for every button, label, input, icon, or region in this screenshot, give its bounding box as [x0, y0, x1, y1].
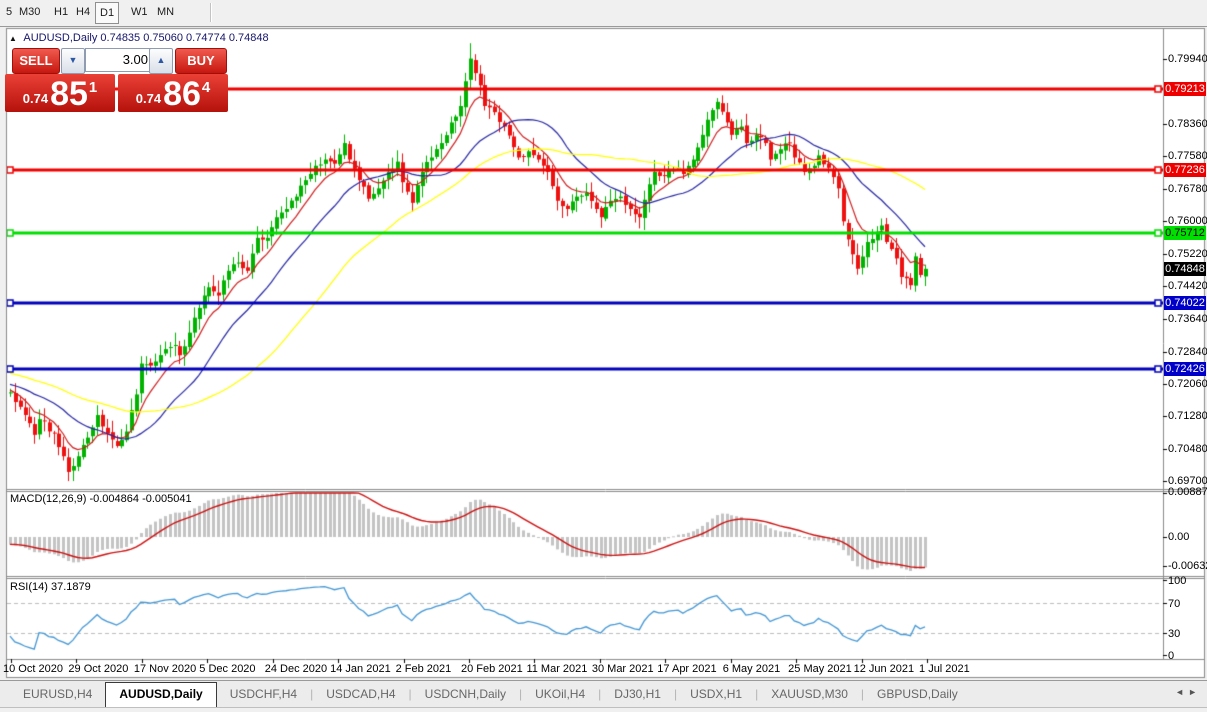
date-axis-label: 29 Oct 2020: [68, 663, 128, 675]
date-axis-label: 11 Mar 2021: [526, 663, 587, 675]
sell-price-small: 0.74: [23, 91, 48, 106]
one-click-trading-panel: ▲ AUDUSD,Daily 0.74835 0.75060 0.74774 0…: [5, 32, 229, 114]
price-line-badge: 0.79213: [1164, 82, 1206, 96]
chart-symbol-header: ▲ AUDUSD,Daily 0.74835 0.75060 0.74774 0…: [9, 32, 269, 44]
price-axis-label: 0.72060: [1168, 378, 1207, 390]
date-axis-label: 12 Jun 2021: [854, 663, 915, 675]
price-axis-label: 0.72840: [1168, 346, 1207, 358]
volume-input[interactable]: 3.00: [85, 48, 155, 72]
sell-price-panel[interactable]: 0.74 85 1: [5, 74, 115, 112]
price-axis-label: 0.77580: [1168, 150, 1207, 162]
timeframe-button-mn[interactable]: MN: [153, 2, 178, 22]
buy-price-sup: 4: [202, 79, 210, 96]
volume-decrease-button[interactable]: ▼: [61, 48, 85, 74]
tab-scroll-arrows: ◄►: [1175, 687, 1201, 697]
rsi-axis-label: 100: [1168, 575, 1186, 587]
date-axis-label: 1 Jul 2021: [919, 663, 970, 675]
price-line-badge: 0.72426: [1164, 362, 1206, 376]
tab-usdcnh-daily[interactable]: USDCNH,Daily: [412, 687, 519, 701]
date-axis-label: 25 May 2021: [788, 663, 852, 675]
sell-price-big: 85: [50, 77, 88, 111]
date-axis-label: 17 Apr 2021: [657, 663, 716, 675]
date-axis-label: 6 May 2021: [723, 663, 780, 675]
tab-usdx-h1[interactable]: USDX,H1: [677, 687, 755, 701]
price-line-badge: 0.77236: [1164, 163, 1206, 177]
timeframe-button-m30[interactable]: M30: [15, 2, 44, 22]
rsi-axis-label: 30: [1168, 628, 1180, 640]
tab-scroll-left-icon[interactable]: ◄: [1175, 687, 1188, 697]
toolbar-separator: [210, 3, 212, 22]
price-axis-label: 0.79940: [1168, 53, 1207, 65]
price-axis-label: 0.71280: [1168, 410, 1207, 422]
price-axis-label: 0.74420: [1168, 280, 1207, 292]
date-axis-label: 2 Feb 2021: [396, 663, 452, 675]
tab-eurusd-h4[interactable]: EURUSD,H4: [10, 687, 105, 701]
collapse-triangle-icon[interactable]: ▲: [9, 34, 17, 43]
buy-price-panel[interactable]: 0.74 86 4: [118, 74, 228, 112]
tab-usdchf-h4[interactable]: USDCHF,H4: [217, 687, 310, 701]
timeframe-button-d1[interactable]: D1: [95, 2, 119, 24]
tab-audusd-daily[interactable]: AUDUSD,Daily: [105, 682, 216, 707]
price-line-badge: 0.74022: [1164, 296, 1206, 310]
timeframe-button-h4[interactable]: H4: [72, 2, 94, 22]
timeframe-button-5[interactable]: 5: [2, 2, 16, 22]
date-axis-label: 14 Jan 2021: [330, 663, 391, 675]
price-axis-label: 0.78360: [1168, 118, 1207, 130]
price-line-badge: 0.75712: [1164, 226, 1206, 240]
price-axis-label: 0.73640: [1168, 313, 1207, 325]
rsi-pane-label: RSI(14) 37.1879: [10, 581, 91, 593]
macd-axis-label: 0.008871: [1168, 486, 1207, 498]
tab-ukoil-h4[interactable]: UKOil,H4: [522, 687, 598, 701]
ohlc-values: 0.74835 0.75060 0.74774 0.74848: [100, 32, 268, 44]
buy-button[interactable]: BUY: [175, 48, 227, 74]
price-line-badge: 0.74848: [1164, 262, 1206, 276]
price-axis-label: 0.75220: [1168, 248, 1207, 260]
tab-usdcad-h4[interactable]: USDCAD,H4: [313, 687, 408, 701]
chart-tab-bar: EURUSD,H4AUDUSD,DailyUSDCHF,H4|USDCAD,H4…: [0, 680, 1207, 708]
macd-axis-label: -0.00632: [1168, 560, 1207, 572]
price-axis-label: 0.70480: [1168, 443, 1207, 455]
date-axis-label: 17 Nov 2020: [134, 663, 196, 675]
timeframe-button-w1[interactable]: W1: [127, 2, 152, 22]
macd-pane-label: MACD(12,26,9) -0.004864 -0.005041: [10, 493, 192, 505]
date-axis-label: 24 Dec 2020: [265, 663, 327, 675]
sell-price-sup: 1: [89, 79, 97, 96]
price-axis-label: 0.76780: [1168, 183, 1207, 195]
tab-xauusd-m30[interactable]: XAUUSD,M30: [758, 687, 861, 701]
date-axis-label: 5 Dec 2020: [199, 663, 255, 675]
date-axis-label: 30 Mar 2021: [592, 663, 654, 675]
date-axis-label: 10 Oct 2020: [3, 663, 63, 675]
macd-axis-label: 0.00: [1168, 531, 1189, 543]
tab-scroll-right-icon[interactable]: ►: [1188, 687, 1201, 697]
rsi-axis-label: 0: [1168, 650, 1174, 662]
tab-dj30-h1[interactable]: DJ30,H1: [601, 687, 674, 701]
timeframe-button-h1[interactable]: H1: [50, 2, 72, 22]
tab-gbpusd-daily[interactable]: GBPUSD,Daily: [864, 687, 971, 701]
date-axis-label: 20 Feb 2021: [461, 663, 523, 675]
volume-increase-button[interactable]: ▲: [149, 48, 173, 74]
buy-price-big: 86: [163, 77, 201, 111]
sell-button[interactable]: SELL: [12, 48, 60, 74]
symbol-title: AUDUSD,Daily: [23, 32, 97, 44]
buy-price-small: 0.74: [136, 91, 161, 106]
timeframe-toolbar: 5M30 H1H4D1 W1MN: [0, 0, 1207, 27]
rsi-axis-label: 70: [1168, 598, 1180, 610]
